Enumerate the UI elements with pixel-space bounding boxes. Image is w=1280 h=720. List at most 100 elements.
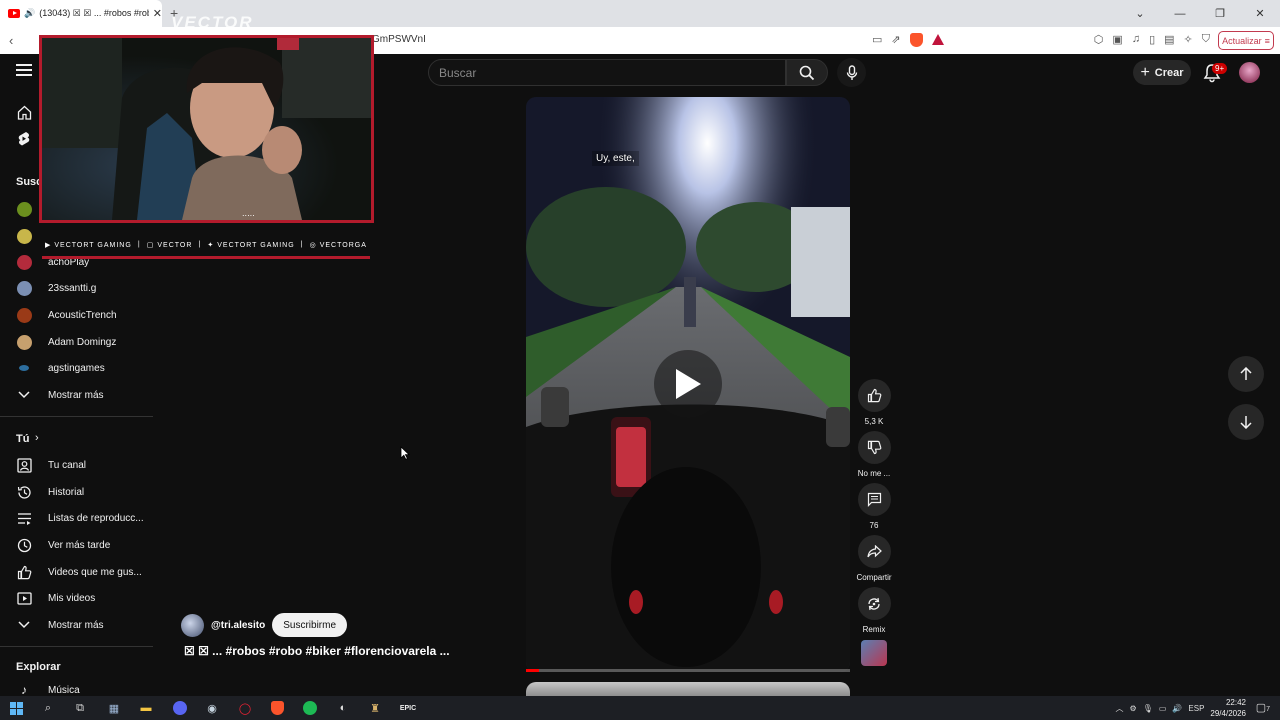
windows-start-icon[interactable] — [6, 698, 26, 718]
sidebar-show-more[interactable]: Mostrar más — [0, 613, 153, 637]
show-more-label: Mostrar más — [48, 619, 104, 631]
sidebar-item-label: Ver más tarde — [48, 539, 111, 551]
tray-network-icon[interactable]: ▭ — [1159, 704, 1167, 713]
audio-source-thumbnail[interactable] — [861, 640, 887, 666]
address-bar-actions: ▭ ⇗ — [872, 33, 944, 47]
next-short-preview[interactable] — [526, 682, 850, 697]
search-icon[interactable]: ⌕ — [38, 698, 58, 718]
tray-language[interactable]: ESP — [1188, 704, 1204, 713]
tab-close-button[interactable]: ✕ — [153, 7, 162, 20]
game-app-icon[interactable]: ♜ — [365, 698, 385, 718]
widget-app-icon[interactable]: ▦ — [104, 698, 124, 718]
you-section-heading[interactable]: Tú › — [0, 427, 153, 451]
channel-name[interactable]: @tri.alesito — [211, 620, 265, 631]
subscription-label: agstingames — [48, 362, 105, 374]
voice-search-button[interactable] — [837, 58, 866, 87]
plus-icon: + — [1140, 63, 1150, 81]
thumbs-down-icon — [867, 440, 881, 455]
channel-avatar — [16, 280, 32, 296]
music-icon[interactable]: ♫ — [1132, 33, 1140, 46]
comments-button[interactable] — [857, 483, 891, 516]
sidebar-item-history[interactable]: Historial — [0, 480, 153, 504]
guide-menu-icon[interactable] — [16, 64, 32, 78]
sidebar-item-playlists[interactable]: Listas de reproducc... — [0, 506, 153, 530]
sidebar-item-label: Historial — [48, 486, 85, 498]
twitch-social-label: VECTOR — [157, 241, 193, 249]
short-title[interactable]: ☒ ☒ ... #robos #robo #biker #florenciova… — [184, 644, 450, 658]
sidebar-subscription[interactable]: Adam Domingz — [0, 330, 153, 354]
dislike-button[interactable] — [857, 431, 891, 464]
next-short-button[interactable] — [1228, 404, 1264, 440]
tray-volume-icon[interactable]: 🔊 — [1172, 704, 1182, 713]
wallet-icon[interactable]: ▤ — [1164, 33, 1174, 46]
separator: | — [137, 241, 141, 248]
share-icon — [866, 545, 882, 558]
address-bar-url[interactable]: GmPSWVnI — [372, 34, 426, 45]
sidebar-subscription[interactable]: 23ssantti.g — [0, 276, 153, 300]
notification-count-badge: 9+ — [1212, 63, 1228, 74]
minimize-button[interactable]: — — [1160, 8, 1200, 20]
sidebar-icon[interactable]: ▯ — [1149, 33, 1155, 46]
subscribe-button[interactable]: Suscribirme — [272, 613, 348, 637]
system-clock[interactable]: 22:42 29/4/2026 — [1210, 697, 1246, 719]
sidebar-subscription[interactable]: agstingames — [0, 356, 153, 380]
leo-icon[interactable]: ✧ — [1184, 33, 1193, 46]
menu-lines-icon: ≡ — [1264, 35, 1270, 46]
sidebar-item-my-videos[interactable]: Mis videos — [0, 586, 153, 610]
sidebar-item-liked-videos[interactable]: Videos que me gus... — [0, 560, 153, 584]
separator: | — [300, 241, 304, 248]
discord-icon[interactable] — [170, 698, 190, 718]
notification-center-icon[interactable]: ▢7 — [1256, 701, 1270, 714]
arrow-down-icon — [1240, 416, 1252, 429]
search-button[interactable] — [786, 59, 828, 86]
brave-rewards-icon[interactable] — [931, 34, 944, 45]
vpn-icon[interactable]: ⛉ — [1202, 33, 1210, 46]
search-input[interactable]: Buscar — [428, 59, 786, 86]
notification-center-count: 7 — [1266, 706, 1270, 713]
cast-icon[interactable]: ▭ — [872, 33, 882, 47]
obs-icon[interactable]: ◐ — [333, 698, 353, 718]
video-progress-bar[interactable] — [526, 669, 850, 672]
create-button[interactable]: + Crear — [1133, 60, 1191, 85]
twitter-social: ✦ VECTORT GAMING — [207, 241, 295, 249]
brave-shield-icon[interactable] — [909, 33, 923, 47]
sidebar-item-watch-later[interactable]: Ver más tarde — [0, 533, 153, 557]
share-page-icon[interactable]: ⇗ — [891, 33, 900, 47]
maximize-button[interactable]: ❐ — [1200, 7, 1240, 20]
subscription-label: 23ssantti.g — [48, 282, 97, 294]
task-view-icon[interactable]: ⧉ — [70, 698, 90, 718]
arrow-up-icon — [1240, 367, 1252, 380]
share-button[interactable] — [857, 535, 891, 568]
share-action: Compartir — [856, 535, 892, 582]
tray-chevron-icon[interactable]: ︿ — [1116, 703, 1124, 714]
previous-short-button[interactable] — [1228, 356, 1264, 392]
account-avatar[interactable] — [1239, 62, 1260, 83]
channel-avatar — [16, 307, 32, 323]
video-progress-fill — [526, 669, 539, 672]
like-button[interactable] — [857, 379, 891, 412]
epic-games-icon[interactable]: EPIC — [398, 698, 418, 718]
tray-mic-icon[interactable]: 🎙 — [1143, 704, 1153, 713]
steam-icon[interactable]: ◉ — [202, 698, 222, 718]
back-icon[interactable]: ‹ — [9, 33, 13, 48]
tab-search-button[interactable]: ⌄ — [1120, 7, 1160, 20]
file-explorer-icon[interactable]: ▬ — [136, 698, 156, 718]
tray-app-icon[interactable]: ⚙ — [1130, 704, 1137, 713]
screenshot-icon[interactable]: ▣ — [1112, 33, 1122, 46]
channel-avatar[interactable] — [181, 613, 204, 637]
shorts-icon — [16, 131, 32, 147]
extensions-icon[interactable]: ⬡ — [1094, 33, 1104, 46]
channel-avatar — [16, 334, 32, 350]
play-button[interactable] — [654, 350, 722, 418]
close-window-button[interactable]: ✕ — [1240, 7, 1280, 20]
brave-browser-icon[interactable] — [267, 698, 287, 718]
browser-tab[interactable]: 🔊 (13043) ☒ ☒ ... #robos #rob ✕ — [0, 0, 162, 27]
opera-gx-icon[interactable]: ◯ — [235, 698, 255, 718]
sidebar-subscription[interactable]: AcousticTrench — [0, 303, 153, 327]
update-button[interactable]: Actualizar ≡ — [1218, 31, 1274, 50]
spotify-icon[interactable] — [300, 698, 320, 718]
like-count: 5,3 K — [864, 417, 884, 426]
remix-button[interactable] — [857, 587, 891, 620]
sidebar-item-your-channel[interactable]: Tu canal — [0, 453, 153, 477]
sidebar-show-more[interactable]: Mostrar más — [0, 383, 153, 407]
